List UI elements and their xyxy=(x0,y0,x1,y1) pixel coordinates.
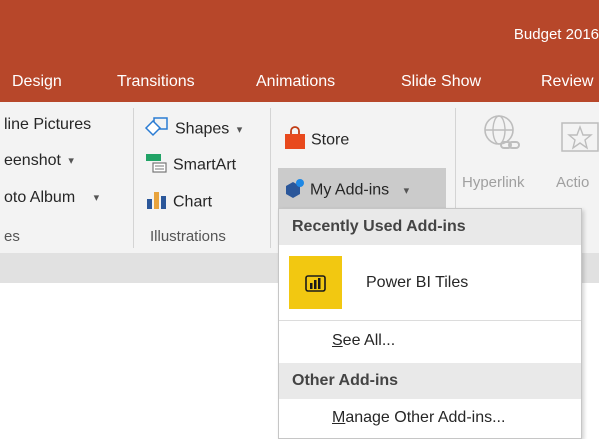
online-pictures-label: line Pictures xyxy=(4,116,92,133)
hyperlink-icon xyxy=(479,112,525,159)
document-title: Budget 2016 xyxy=(513,26,599,43)
title-bar: Budget 2016 xyxy=(0,0,599,68)
store-label: Store xyxy=(311,131,350,149)
group-divider xyxy=(270,108,271,248)
tab-transitions[interactable]: Transitions xyxy=(117,73,195,91)
smartart-label: SmartArt xyxy=(173,156,237,174)
screenshot-label: eenshot xyxy=(4,152,61,169)
my-addins-dropdown: Recently Used Add-ins Power BI Tiles See… xyxy=(278,208,582,439)
other-addins-header: Other Add-ins xyxy=(279,363,581,399)
power-bi-tiles-label: Power BI Tiles xyxy=(366,274,469,291)
photo-album-button[interactable]: oto Album ▾ xyxy=(4,189,99,207)
action-icon xyxy=(561,122,599,157)
manage-label: anage Other Add-ins... xyxy=(345,409,506,426)
my-addins-button[interactable]: My Add-ins ▾ xyxy=(278,168,446,208)
online-pictures-button[interactable]: line Pictures xyxy=(4,116,91,134)
smartart-icon xyxy=(144,152,168,179)
chart-label: Chart xyxy=(173,193,213,211)
tab-slide-show[interactable]: Slide Show xyxy=(401,73,481,91)
shapes-button[interactable]: Shapes ▾ xyxy=(144,116,242,143)
chevron-down-icon: ▾ xyxy=(236,123,243,136)
tab-design[interactable]: Design xyxy=(12,73,62,91)
my-addins-content: My Add-ins ▾ xyxy=(284,178,409,203)
addin-power-bi-tiles[interactable]: Power BI Tiles xyxy=(289,256,571,312)
recently-used-header: Recently Used Add-ins xyxy=(279,209,581,245)
addins-icon xyxy=(284,178,306,203)
shapes-label: Shapes xyxy=(175,120,230,138)
chart-icon xyxy=(144,189,168,216)
see-all-label: ee All... xyxy=(342,332,396,349)
chart-button[interactable]: Chart xyxy=(144,189,212,216)
see-all-menu-item[interactable]: See All... xyxy=(332,332,395,350)
store-icon xyxy=(284,126,306,155)
group-divider xyxy=(133,108,134,248)
chevron-down-icon: ▾ xyxy=(403,184,410,197)
my-addins-label: My Add-ins xyxy=(310,181,390,199)
chevron-down-icon: ▾ xyxy=(93,192,100,204)
tab-animations[interactable]: Animations xyxy=(256,73,335,91)
action-button[interactable]: Actio xyxy=(556,174,589,191)
manage-other-addins-menu-item[interactable]: Manage Other Add-ins... xyxy=(332,409,505,427)
screenshot-button[interactable]: eenshot ▾ xyxy=(4,152,74,170)
see-all-accelerator: S xyxy=(332,332,343,349)
hyperlink-button[interactable]: Hyperlink xyxy=(462,174,525,191)
ribbon-tabs: Design Transitions Animations Slide Show… xyxy=(0,68,599,102)
tab-review[interactable]: Review xyxy=(541,73,593,91)
illustrations-group-label: Illustrations xyxy=(150,228,226,245)
smartart-button[interactable]: SmartArt xyxy=(144,152,236,179)
images-group-label: es xyxy=(4,228,20,245)
chevron-down-icon: ▾ xyxy=(68,155,74,167)
store-button[interactable]: Store xyxy=(284,126,349,155)
power-bi-icon xyxy=(289,256,342,309)
photo-album-label: oto Album xyxy=(4,189,76,206)
shapes-icon xyxy=(144,116,170,143)
menu-divider xyxy=(279,320,581,321)
manage-accelerator: M xyxy=(332,409,346,426)
